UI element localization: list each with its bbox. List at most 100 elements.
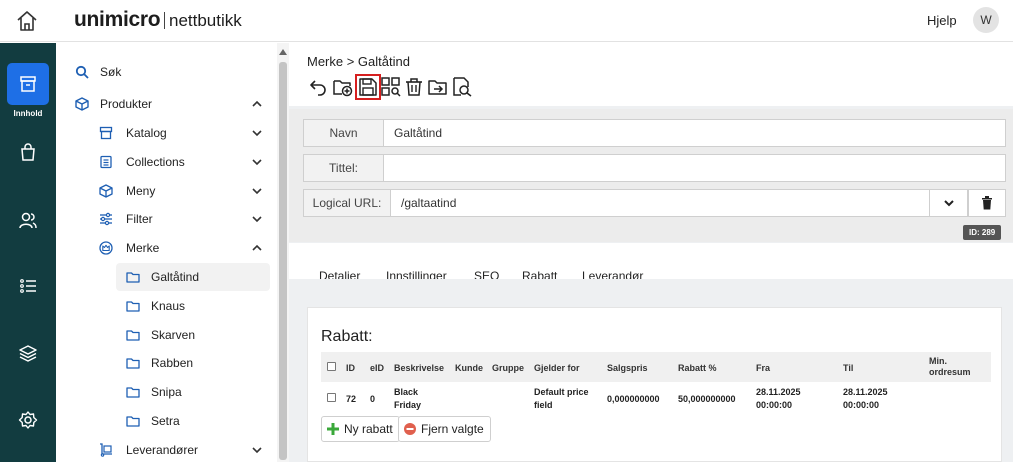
- new-folder-icon[interactable]: [332, 76, 354, 98]
- sidebar-item-menu[interactable]: Meny: [56, 177, 270, 205]
- list-icon[interactable]: [7, 265, 49, 307]
- sidebar-item-skarven[interactable]: Skarven: [116, 321, 270, 349]
- shopping-bag-icon[interactable]: [7, 131, 49, 173]
- col-id[interactable]: ID: [346, 363, 355, 373]
- sidebar-item-suppliers[interactable]: Leverandører: [56, 436, 270, 464]
- save-icon[interactable]: [355, 74, 381, 100]
- sidebar-item-snipa[interactable]: Snipa: [116, 378, 270, 406]
- col-group[interactable]: Gruppe: [492, 363, 524, 373]
- cell-discount: 50,000000000: [678, 394, 736, 404]
- sidebar-item-label: Produkter: [100, 97, 153, 111]
- chevron-up-icon: [252, 100, 262, 107]
- dolly-icon: [100, 443, 112, 457]
- cell-desc-2: Friday: [394, 400, 422, 410]
- col-discount[interactable]: Rabatt %: [678, 363, 717, 373]
- add-discount-label: Ny rabatt: [344, 422, 393, 436]
- undo-icon[interactable]: [307, 76, 329, 98]
- name-label: Navn: [304, 120, 384, 146]
- chevron-down-icon: [252, 188, 262, 195]
- sidebar-item-label: Leverandører: [126, 443, 199, 457]
- sidebar-item-knaus[interactable]: Knaus: [116, 292, 270, 320]
- cell-from-date: 28.11.2025: [756, 387, 801, 397]
- title-label: Tittel:: [304, 155, 384, 181]
- folder-icon: [126, 330, 140, 341]
- cell-eid: 0: [370, 394, 376, 404]
- add-discount-button[interactable]: Ny rabatt: [321, 416, 400, 442]
- plus-icon: [327, 423, 339, 435]
- sidebar: Søk Produkter Katalog Collections Meny F…: [56, 43, 277, 462]
- url-input[interactable]: /galtaatind: [391, 190, 929, 216]
- settings-icon[interactable]: [7, 399, 49, 441]
- grid-search-icon[interactable]: [380, 76, 402, 98]
- sidebar-item-label: Knaus: [151, 299, 186, 313]
- folder-icon: [126, 301, 140, 312]
- search-icon: [75, 65, 89, 79]
- content-label: Innhold: [13, 109, 43, 118]
- table-row[interactable]: 72 0 Black Friday Default price field 0,…: [321, 384, 991, 412]
- title-input[interactable]: [384, 155, 1005, 181]
- help-link[interactable]: Hjelp: [927, 13, 957, 28]
- url-row: Logical URL: /galtaatind: [303, 189, 930, 217]
- remove-selected-button[interactable]: Fjern valgte: [398, 416, 491, 442]
- col-ordresum[interactable]: ordresum: [929, 367, 971, 377]
- home-icon[interactable]: [14, 8, 40, 34]
- cell-applies-1: Default price: [534, 387, 589, 397]
- folder-icon: [126, 416, 140, 427]
- icon-rail: Innhold: [0, 43, 56, 462]
- scroll-up-arrow-icon[interactable]: [279, 49, 287, 55]
- brand-logo: unimicro: [74, 8, 161, 31]
- users-icon[interactable]: [7, 199, 49, 241]
- sidebar-item-setra[interactable]: Setra: [116, 407, 270, 435]
- col-desc[interactable]: Beskrivelse: [394, 363, 444, 373]
- url-delete-button[interactable]: [968, 189, 1006, 217]
- preview-icon[interactable]: [451, 76, 473, 98]
- url-dropdown-button[interactable]: [930, 189, 968, 217]
- sidebar-item-filter[interactable]: Filter: [56, 205, 270, 233]
- scroll-thumb[interactable]: [279, 62, 287, 460]
- sidebar-item-rabben[interactable]: Rabben: [116, 349, 270, 377]
- col-from[interactable]: Fra: [756, 363, 770, 373]
- content-icon[interactable]: [7, 63, 49, 105]
- name-row: Navn Galtåtind: [303, 119, 1006, 147]
- avatar[interactable]: W: [973, 7, 999, 33]
- cell-from-time: 00:00:00: [756, 400, 793, 410]
- name-input[interactable]: Galtåtind: [384, 120, 1005, 146]
- chevron-down-icon: [252, 216, 262, 223]
- layers-icon[interactable]: [7, 332, 49, 374]
- col-min[interactable]: Min.: [929, 356, 947, 366]
- url-label: Logical URL:: [304, 190, 391, 216]
- sidebar-item-label: Katalog: [126, 126, 167, 140]
- cell-desc-1: Black: [394, 387, 419, 397]
- col-eid[interactable]: eID: [370, 363, 384, 373]
- sidebar-item-products[interactable]: Produkter: [56, 90, 270, 118]
- folder-icon: [126, 358, 140, 369]
- sidebar-item-search[interactable]: Søk: [56, 58, 270, 86]
- move-folder-icon[interactable]: [427, 76, 449, 98]
- col-price[interactable]: Salgspris: [607, 363, 648, 373]
- collections-icon: [100, 155, 112, 169]
- chevron-down-icon: [252, 130, 262, 137]
- sidebar-item-collections[interactable]: Collections: [56, 148, 270, 176]
- col-applies[interactable]: Gjelder for: [534, 363, 580, 373]
- sidebar-item-label: Meny: [126, 184, 156, 198]
- crown-icon: [99, 241, 113, 255]
- catalog-icon: [99, 126, 113, 140]
- page-header: Merke > Galtåtind: [289, 43, 1013, 106]
- sidebar-scrollbar[interactable]: [277, 43, 289, 462]
- cell-price: 0,000000000: [607, 394, 660, 404]
- col-to[interactable]: Til: [843, 363, 853, 373]
- sidebar-item-galtatind[interactable]: Galtåtind: [116, 263, 270, 291]
- sidebar-item-brand[interactable]: Merke: [56, 234, 270, 262]
- sidebar-item-label: Filter: [126, 212, 153, 226]
- trash-icon: [982, 196, 992, 210]
- sliders-icon: [100, 212, 112, 226]
- row-checkbox[interactable]: [327, 393, 336, 402]
- cell-to-date: 28.11.2025: [843, 387, 888, 397]
- trash-icon[interactable]: [403, 76, 425, 98]
- sidebar-item-catalog[interactable]: Katalog: [56, 119, 270, 147]
- select-all-checkbox[interactable]: [327, 362, 336, 371]
- col-customer[interactable]: Kunde: [455, 363, 483, 373]
- sidebar-item-label: Setra: [151, 414, 180, 428]
- chevron-down-icon: [943, 200, 954, 207]
- sidebar-item-label: Skarven: [151, 328, 196, 342]
